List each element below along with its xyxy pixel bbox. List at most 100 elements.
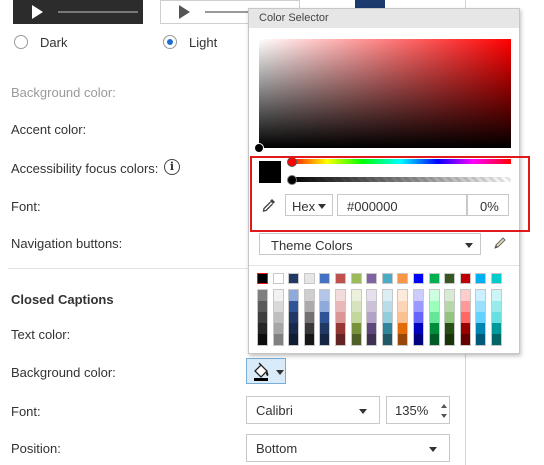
palette-shade-swatch[interactable]: [460, 312, 470, 323]
palette-swatch[interactable]: [459, 273, 471, 284]
palette-shade-swatch[interactable]: [382, 334, 392, 345]
saturation-value-picker[interactable]: [259, 39, 511, 148]
palette-shade-swatch[interactable]: [476, 312, 486, 323]
palette-shade-swatch[interactable]: [273, 323, 283, 334]
dark-radio[interactable]: [14, 35, 28, 49]
palette-swatch[interactable]: [257, 273, 268, 284]
palette-shade-swatch[interactable]: [398, 301, 408, 312]
palette-shade-swatch[interactable]: [460, 301, 470, 312]
palette-shade-swatch[interactable]: [445, 312, 455, 323]
palette-shade-swatch[interactable]: [351, 301, 361, 312]
palette-shade-swatch[interactable]: [429, 301, 439, 312]
palette-shade-swatch[interactable]: [273, 290, 283, 301]
palette-shade-swatch[interactable]: [289, 290, 299, 301]
palette-shade-swatch[interactable]: [289, 323, 299, 334]
palette-shade-swatch[interactable]: [414, 301, 423, 312]
palette-shade-swatch[interactable]: [258, 301, 267, 312]
palette-swatch[interactable]: [475, 273, 487, 284]
palette-swatch[interactable]: [444, 273, 456, 284]
palette-shade-swatch[interactable]: [304, 312, 314, 323]
palette-shade-swatch[interactable]: [429, 334, 439, 345]
palette-shade-swatch[interactable]: [382, 290, 392, 301]
palette-shade-swatch[interactable]: [367, 323, 377, 334]
palette-shade-swatch[interactable]: [304, 323, 314, 334]
palette-shade-swatch[interactable]: [398, 312, 408, 323]
palette-swatch[interactable]: [428, 273, 440, 284]
palette-shade-swatch[interactable]: [460, 323, 470, 334]
palette-shade-swatch[interactable]: [476, 301, 486, 312]
palette-swatch[interactable]: [319, 273, 331, 284]
palette-shade-swatch[interactable]: [320, 312, 330, 323]
palette-shade-swatch[interactable]: [320, 323, 330, 334]
pencil-icon[interactable]: [492, 235, 508, 251]
palette-shade-swatch[interactable]: [382, 323, 392, 334]
palette-shade-swatch[interactable]: [273, 312, 283, 323]
palette-shade-swatch[interactable]: [414, 312, 423, 323]
palette-shade-swatch[interactable]: [289, 312, 299, 323]
palette-shade-swatch[interactable]: [320, 290, 330, 301]
palette-shade-swatch[interactable]: [258, 334, 267, 345]
palette-shade-swatch[interactable]: [336, 334, 345, 345]
palette-shade-swatch[interactable]: [367, 312, 377, 323]
palette-shade-swatch[interactable]: [336, 323, 345, 334]
palette-shade-swatch[interactable]: [460, 334, 470, 345]
palette-swatch[interactable]: [366, 273, 378, 284]
palette-shade-swatch[interactable]: [351, 290, 361, 301]
palette-shade-swatch[interactable]: [476, 334, 486, 345]
cc-font-select[interactable]: Calibri: [246, 396, 380, 424]
palette-shade-swatch[interactable]: [367, 290, 377, 301]
palette-shade-swatch[interactable]: [382, 312, 392, 323]
palette-shade-swatch[interactable]: [304, 301, 314, 312]
palette-swatch[interactable]: [303, 273, 315, 284]
palette-shade-swatch[interactable]: [258, 290, 267, 301]
palette-shade-swatch[interactable]: [445, 301, 455, 312]
palette-select[interactable]: Theme Colors: [259, 233, 481, 255]
palette-shade-swatch[interactable]: [258, 312, 267, 323]
palette-shade-swatch[interactable]: [414, 290, 423, 301]
palette-shade-swatch[interactable]: [289, 301, 299, 312]
sv-picker-handle[interactable]: [254, 143, 264, 153]
info-icon[interactable]: i: [164, 159, 180, 175]
palette-shade-swatch[interactable]: [336, 290, 345, 301]
palette-shade-swatch[interactable]: [320, 334, 330, 345]
palette-shade-swatch[interactable]: [351, 323, 361, 334]
palette-swatch[interactable]: [288, 273, 300, 284]
palette-shade-swatch[interactable]: [336, 312, 345, 323]
dark-player-preview[interactable]: [13, 0, 143, 24]
palette-swatch[interactable]: [381, 273, 393, 284]
palette-shade-swatch[interactable]: [398, 290, 408, 301]
palette-shade-swatch[interactable]: [492, 312, 501, 323]
palette-shade-swatch[interactable]: [429, 312, 439, 323]
palette-shade-swatch[interactable]: [273, 301, 283, 312]
palette-shade-swatch[interactable]: [304, 290, 314, 301]
palette-swatch[interactable]: [491, 273, 502, 284]
palette-shade-swatch[interactable]: [367, 334, 377, 345]
palette-shade-swatch[interactable]: [429, 323, 439, 334]
palette-shade-swatch[interactable]: [460, 290, 470, 301]
palette-shade-swatch[interactable]: [351, 334, 361, 345]
palette-shade-swatch[interactable]: [304, 334, 314, 345]
palette-swatch[interactable]: [335, 273, 346, 284]
palette-shade-swatch[interactable]: [492, 323, 501, 334]
spin-down-icon[interactable]: [441, 414, 447, 418]
palette-shade-swatch[interactable]: [492, 334, 501, 345]
palette-shade-swatch[interactable]: [476, 290, 486, 301]
palette-shade-swatch[interactable]: [414, 334, 423, 345]
palette-shade-swatch[interactable]: [320, 301, 330, 312]
palette-shade-swatch[interactable]: [367, 301, 377, 312]
palette-swatch[interactable]: [397, 273, 409, 284]
palette-shade-swatch[interactable]: [445, 334, 455, 345]
palette-shade-swatch[interactable]: [414, 323, 423, 334]
palette-shade-swatch[interactable]: [429, 290, 439, 301]
palette-shade-swatch[interactable]: [289, 334, 299, 345]
palette-shade-swatch[interactable]: [445, 323, 455, 334]
palette-swatch[interactable]: [350, 273, 362, 284]
palette-shade-swatch[interactable]: [476, 323, 486, 334]
spin-up-icon[interactable]: [441, 404, 447, 408]
palette-shade-swatch[interactable]: [492, 301, 501, 312]
palette-shade-swatch[interactable]: [273, 334, 283, 345]
palette-shade-swatch[interactable]: [492, 290, 501, 301]
cc-font-size-stepper[interactable]: 135%: [386, 396, 450, 424]
light-radio[interactable]: [163, 35, 177, 49]
palette-shade-swatch[interactable]: [382, 301, 392, 312]
